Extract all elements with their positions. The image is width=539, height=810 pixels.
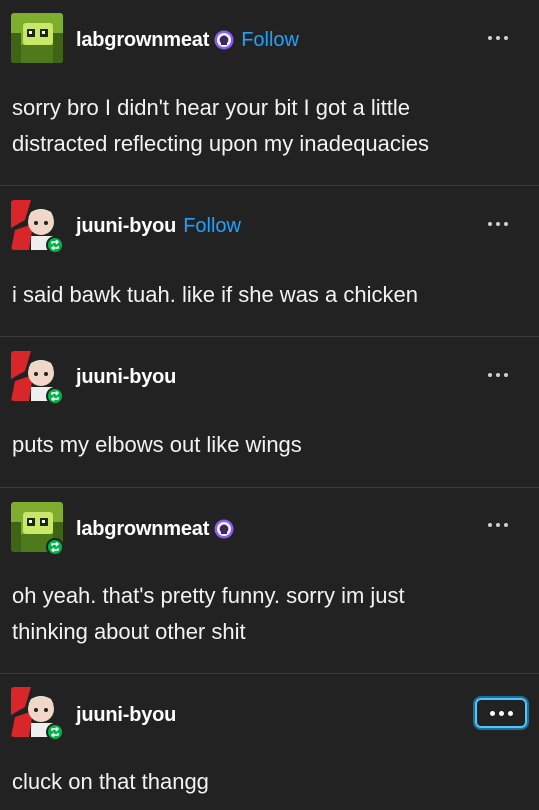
reblog-icon xyxy=(46,236,64,254)
post-4: labgrownmeat oh yeah. that's pretty funn… xyxy=(0,488,539,674)
post-text: puts my elbows out like wings xyxy=(12,427,519,463)
dot xyxy=(504,523,508,527)
more-options-button[interactable] xyxy=(481,212,515,236)
text-line: sorry bro I didn't hear your bit I got a… xyxy=(12,95,410,120)
more-options-button[interactable] xyxy=(481,363,515,387)
dot xyxy=(496,373,500,377)
post-2: juuni-byou Follow i said bawk tuah. like… xyxy=(0,186,539,337)
dot xyxy=(504,36,508,40)
post-text: oh yeah. that's pretty funny. sorry im j… xyxy=(12,578,519,650)
dot xyxy=(498,710,504,716)
dot xyxy=(496,36,500,40)
dot xyxy=(496,523,500,527)
post-text: i said bawk tuah. like if she was a chic… xyxy=(12,277,519,313)
post-1: labgrownmeat Follow sorry bro I didn't h… xyxy=(0,0,539,186)
post-header: labgrownmeat xyxy=(76,515,234,543)
reblog-icon xyxy=(46,538,64,556)
dot xyxy=(489,710,495,716)
dot xyxy=(488,36,492,40)
post-text: cluck on that thangg xyxy=(12,764,519,800)
text-line: oh yeah. that's pretty funny. sorry im j… xyxy=(12,583,405,608)
text-line: puts my elbows out like wings xyxy=(12,432,302,457)
robot-avatar-icon xyxy=(11,13,63,63)
post-5: juuni-byou cluck on that thangg xyxy=(0,674,539,810)
reblog-icon xyxy=(46,723,64,741)
dot xyxy=(488,523,492,527)
post-header: juuni-byou xyxy=(76,701,176,729)
dot xyxy=(504,222,508,226)
username[interactable]: labgrownmeat xyxy=(76,29,209,52)
text-line: i said bawk tuah. like if she was a chic… xyxy=(12,282,418,307)
username[interactable]: juuni-byou xyxy=(76,366,176,389)
post-3: juuni-byou puts my elbows out like wings xyxy=(0,337,539,488)
follow-button[interactable]: Follow xyxy=(183,215,241,238)
dot xyxy=(504,373,508,377)
username[interactable]: juuni-byou xyxy=(76,215,176,238)
more-options-button[interactable] xyxy=(481,26,515,50)
post-header: labgrownmeat Follow xyxy=(76,26,299,54)
post-text: sorry bro I didn't hear your bit I got a… xyxy=(12,90,519,162)
dot xyxy=(488,373,492,377)
reblog-icon xyxy=(46,387,64,405)
dot xyxy=(496,222,500,226)
more-options-button[interactable] xyxy=(481,513,515,537)
text-line: distracted reflecting upon my inadequaci… xyxy=(12,131,430,156)
post-header: juuni-byou xyxy=(76,363,176,391)
dot xyxy=(488,222,492,226)
text-line: thinking about other shit xyxy=(12,619,246,644)
username[interactable]: juuni-byou xyxy=(76,704,176,727)
brain-badge-icon xyxy=(214,519,234,539)
more-options-button[interactable] xyxy=(475,698,527,728)
post-header: juuni-byou Follow xyxy=(76,212,241,240)
username[interactable]: labgrownmeat xyxy=(76,518,209,541)
follow-button[interactable]: Follow xyxy=(241,29,299,52)
text-line: cluck on that thangg xyxy=(12,769,209,794)
dot xyxy=(507,710,513,716)
brain-badge-icon xyxy=(214,30,234,50)
avatar-labgrownmeat[interactable] xyxy=(11,13,63,63)
